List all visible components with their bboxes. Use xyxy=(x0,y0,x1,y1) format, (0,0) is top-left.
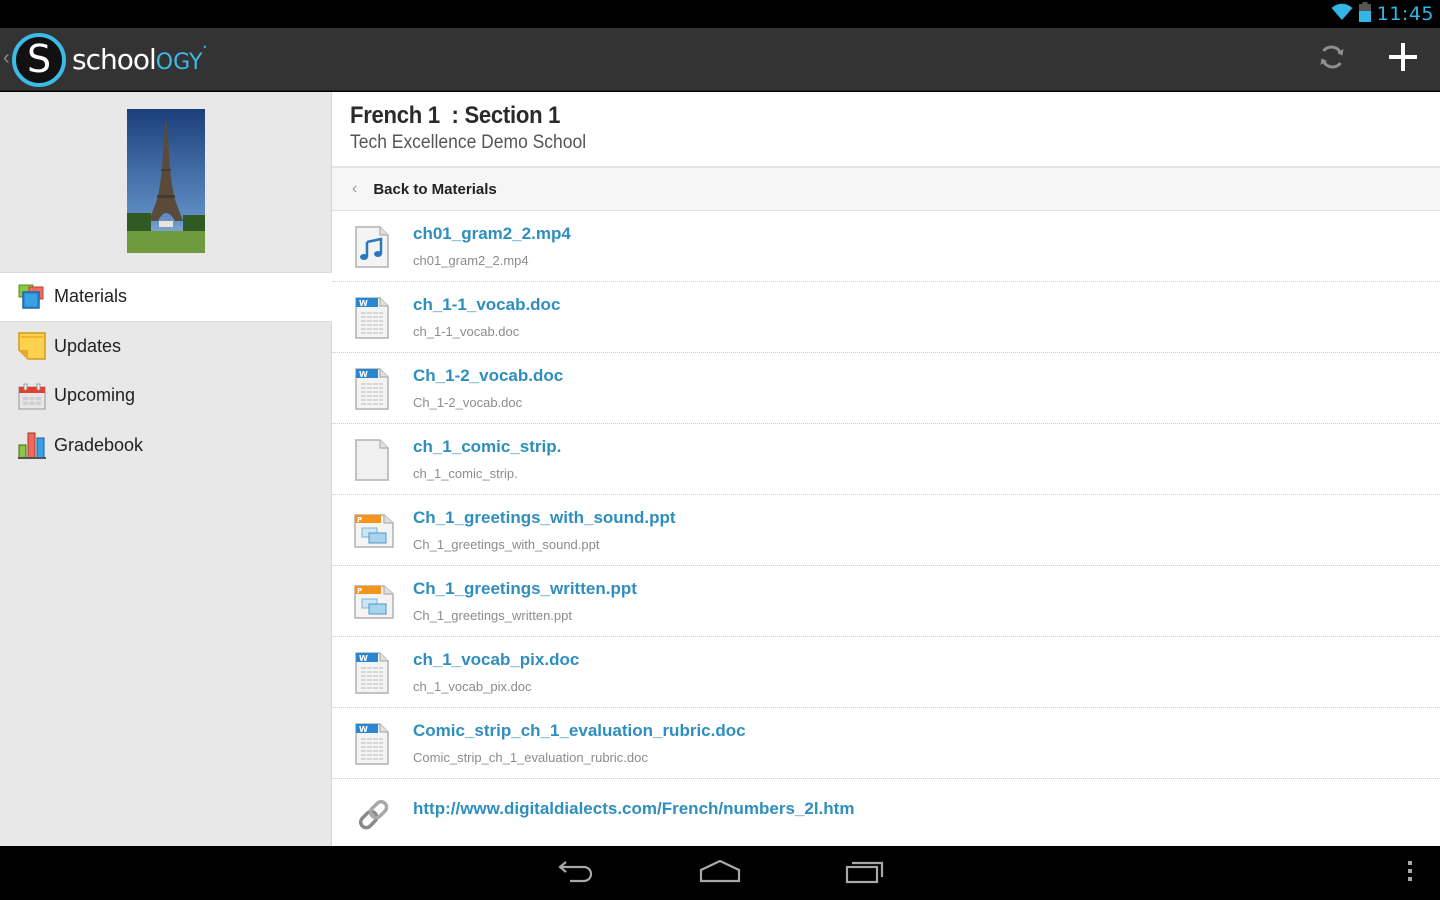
back-to-materials-button[interactable]: ‹ Back to Materials xyxy=(332,166,1440,211)
word-doc-icon: W xyxy=(354,722,390,766)
refresh-button[interactable] xyxy=(1297,28,1367,91)
overflow-menu-button[interactable] xyxy=(1395,854,1425,892)
file-subtitle: Comic_strip_ch_1_evaluation_rubric.doc xyxy=(413,750,648,765)
home-icon xyxy=(699,859,741,888)
battery-icon xyxy=(1358,1,1371,27)
list-item[interactable]: P Ch_1_greetings_with_sound.ppt Ch_1_gre… xyxy=(332,495,1440,566)
file-subtitle: ch_1_vocab_pix.doc xyxy=(413,679,532,694)
main-content: French 1 : Section 1 Tech Excellence Dem… xyxy=(332,92,1440,846)
system-nav-bar xyxy=(0,846,1440,900)
file-subtitle: Ch_1_greetings_written.ppt xyxy=(413,608,572,623)
svg-text:P: P xyxy=(357,587,362,595)
file-title-link[interactable]: Ch_1_greetings_written.ppt xyxy=(413,579,637,599)
audio-file-icon xyxy=(354,225,390,269)
powerpoint-icon: P xyxy=(354,509,394,553)
sidebar-nav: Materials Updates Upcoming Gradebook xyxy=(0,272,332,470)
logo-letter: S xyxy=(26,37,52,81)
status-bar: 11:45 xyxy=(0,0,1440,28)
list-item[interactable]: W ch_1-1_vocab.doc ch_1-1_vocab.doc xyxy=(332,282,1440,353)
file-subtitle: ch01_gram2_2.mp4 xyxy=(413,253,529,268)
back-label: Back to Materials xyxy=(373,180,497,198)
word-doc-icon: W xyxy=(354,651,390,695)
app-name: schoolOGY• xyxy=(72,43,208,76)
file-title-link[interactable]: Ch_1_greetings_with_sound.ppt xyxy=(413,508,676,528)
back-caret-icon: ‹ xyxy=(352,180,358,197)
svg-text:W: W xyxy=(359,654,368,663)
file-subtitle: ch_1-1_vocab.doc xyxy=(413,324,520,339)
app-name-mid: l xyxy=(149,43,157,76)
overflow-menu-icon xyxy=(1407,860,1413,887)
list-item[interactable]: W ch_1_vocab_pix.doc ch_1_vocab_pix.doc xyxy=(332,637,1440,708)
add-button[interactable] xyxy=(1368,28,1438,91)
back-icon xyxy=(556,858,596,889)
list-item[interactable]: W Ch_1-2_vocab.doc Ch_1-2_vocab.doc xyxy=(332,353,1440,424)
svg-text:W: W xyxy=(359,299,368,308)
school-name: Tech Excellence Demo School xyxy=(350,132,587,153)
sidebar-item-label: Gradebook xyxy=(54,434,144,455)
generic-file-icon xyxy=(354,438,390,482)
plus-icon xyxy=(1388,42,1418,77)
file-title-link[interactable]: ch_1_comic_strip. xyxy=(413,437,561,457)
sidebar-item-label: Materials xyxy=(54,286,128,307)
recent-apps-icon xyxy=(845,858,885,889)
app-logo-icon: S xyxy=(12,33,66,87)
clock: 11:45 xyxy=(1376,3,1434,25)
action-bar: ‹ S schoolOGY• xyxy=(0,28,1440,91)
svg-text:W: W xyxy=(359,370,368,379)
up-caret-icon: ‹ xyxy=(3,47,10,69)
system-recent-apps-button[interactable] xyxy=(835,854,895,892)
list-item[interactable]: ch_1_comic_strip. ch_1_comic_strip. xyxy=(332,424,1440,495)
gradebook-icon xyxy=(18,431,46,460)
calendar-icon xyxy=(18,382,46,410)
app-name-suffix: OGY xyxy=(155,50,203,75)
system-home-button[interactable] xyxy=(690,854,750,892)
file-subtitle: Ch_1-2_vocab.doc xyxy=(413,395,523,410)
home-up-button[interactable]: ‹ S schoolOGY• xyxy=(0,28,208,91)
sidebar-item-materials[interactable]: Materials xyxy=(0,272,332,322)
file-subtitle: ch_1_comic_strip. xyxy=(413,466,518,481)
url-link[interactable]: http://www.digitaldialects.com/French/nu… xyxy=(413,799,854,819)
file-title-link[interactable]: ch_1-1_vocab.doc xyxy=(413,295,560,315)
file-title-link[interactable]: Ch_1-2_vocab.doc xyxy=(413,366,563,386)
file-title-link[interactable]: Comic_strip_ch_1_evaluation_rubric.doc xyxy=(413,721,746,741)
svg-text:W: W xyxy=(359,725,368,734)
course-image xyxy=(127,109,205,253)
updates-icon xyxy=(18,332,46,360)
sidebar-item-gradebook[interactable]: Gradebook xyxy=(0,421,332,471)
app-name-prefix: schoo xyxy=(72,43,150,76)
registered-mark: • xyxy=(202,43,208,52)
refresh-icon xyxy=(1317,42,1347,77)
word-doc-icon: W xyxy=(354,296,390,340)
list-item[interactable]: http://www.digitaldialects.com/French/nu… xyxy=(332,779,1440,846)
status-icons: 11:45 xyxy=(1331,1,1434,27)
list-item[interactable]: ch01_gram2_2.mp4 ch01_gram2_2.mp4 xyxy=(332,211,1440,282)
page-title: French 1 : Section 1 xyxy=(350,102,561,129)
materials-list: ch01_gram2_2.mp4 ch01_gram2_2.mp4 W ch_1… xyxy=(332,211,1440,846)
system-back-button[interactable] xyxy=(546,854,606,892)
sidebar-item-label: Updates xyxy=(54,335,122,356)
svg-text:P: P xyxy=(357,516,362,524)
materials-icon xyxy=(18,283,46,311)
link-icon xyxy=(354,793,390,837)
course-header: French 1 : Section 1 Tech Excellence Dem… xyxy=(350,102,607,154)
file-subtitle: Ch_1_greetings_with_sound.ppt xyxy=(413,537,600,552)
word-doc-icon: W xyxy=(354,367,390,411)
powerpoint-icon: P xyxy=(354,580,394,624)
sidebar-item-label: Upcoming xyxy=(54,385,136,406)
wifi-icon xyxy=(1331,3,1353,26)
file-title-link[interactable]: ch_1_vocab_pix.doc xyxy=(413,650,579,670)
sidebar: Materials Updates Upcoming Gradebook xyxy=(0,92,332,846)
sidebar-item-upcoming[interactable]: Upcoming xyxy=(0,371,332,421)
list-item[interactable]: W Comic_strip_ch_1_evaluation_rubric.doc… xyxy=(332,708,1440,779)
list-item[interactable]: P Ch_1_greetings_written.ppt Ch_1_greeti… xyxy=(332,566,1440,637)
sidebar-item-updates[interactable]: Updates xyxy=(0,322,332,372)
file-title-link[interactable]: ch01_gram2_2.mp4 xyxy=(413,224,571,244)
